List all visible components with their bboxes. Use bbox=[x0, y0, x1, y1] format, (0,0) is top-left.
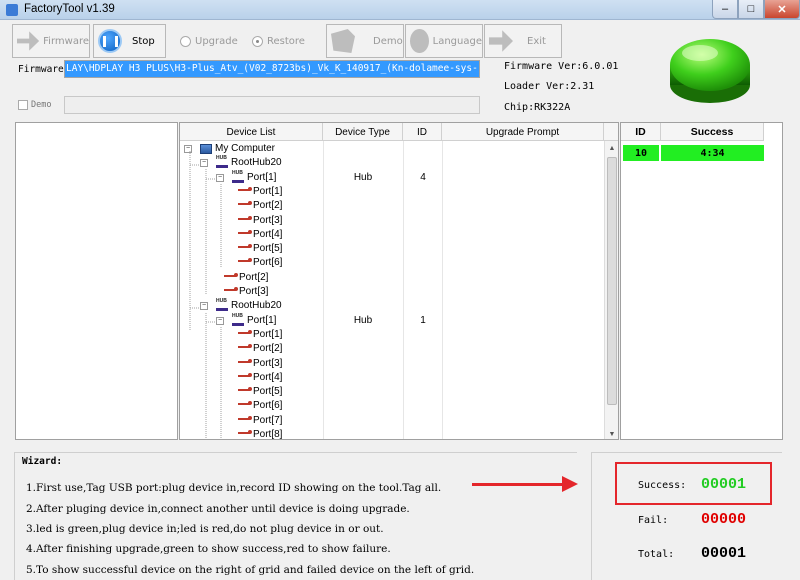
failed-device-panel bbox=[15, 122, 178, 440]
exit-button[interactable]: Exit bbox=[484, 24, 562, 58]
app-icon bbox=[6, 4, 18, 16]
device-id: 4 bbox=[420, 171, 426, 183]
scroll-thumb[interactable] bbox=[607, 157, 617, 405]
firmware-button[interactable]: Firmware bbox=[12, 24, 90, 58]
close-button[interactable]: ✕ bbox=[764, 0, 800, 19]
grid-scrollbar[interactable]: ▲ ▼ bbox=[604, 141, 618, 439]
wizard-step: 4.After finishing upgrade,green to show … bbox=[26, 543, 391, 555]
column-upgrade-prompt[interactable]: Upgrade Prompt bbox=[442, 123, 604, 141]
success-count-label: Success: bbox=[638, 480, 687, 491]
device-grid: Device List Device Type ID Upgrade Promp… bbox=[179, 122, 619, 440]
status-led-icon bbox=[670, 39, 750, 103]
wizard-step: 5.To show successful device on the right… bbox=[26, 564, 475, 576]
fail-count: 00000 bbox=[701, 511, 747, 528]
firmware-label: Firmware bbox=[18, 64, 64, 75]
annotation-arrow-head bbox=[562, 476, 578, 492]
demo-checkbox-label: Demo bbox=[31, 100, 52, 110]
column-id[interactable]: ID bbox=[403, 123, 442, 141]
loader-version: Loader Ver:2.31 bbox=[504, 81, 595, 92]
stop-button-label: Stop bbox=[132, 35, 155, 47]
column-device-type[interactable]: Device Type bbox=[323, 123, 403, 141]
restore-radio-label: Restore bbox=[267, 35, 305, 47]
fail-count-label: Fail: bbox=[638, 515, 669, 526]
demo-field bbox=[64, 96, 480, 114]
upgrade-radio-icon bbox=[180, 35, 191, 47]
scroll-down-icon[interactable]: ▼ bbox=[605, 427, 618, 439]
demo-button[interactable]: Demo bbox=[326, 24, 404, 58]
language-button[interactable]: Language bbox=[405, 24, 483, 58]
firmware-arrow-icon bbox=[17, 31, 40, 51]
success-row-time[interactable]: 4:34 bbox=[661, 145, 764, 161]
window-title: FactoryTool v1.39 bbox=[24, 3, 115, 15]
success-count: 00001 bbox=[701, 476, 747, 493]
demo-button-label: Demo bbox=[373, 35, 403, 47]
firmware-version: Firmware Ver:6.0.01 bbox=[504, 61, 619, 72]
success-row-id[interactable]: 10 bbox=[623, 145, 659, 161]
scroll-up-icon[interactable]: ▲ bbox=[605, 141, 618, 155]
wizard-step: 1.First use,Tag USB port:plug device in,… bbox=[26, 482, 442, 494]
device-id: 1 bbox=[420, 314, 426, 326]
success-device-panel: ID Success 10 4:34 bbox=[620, 122, 783, 440]
upgrade-radio[interactable]: Upgrade bbox=[176, 24, 246, 58]
pause-icon bbox=[98, 29, 122, 53]
total-count: 00001 bbox=[701, 545, 747, 562]
wizard-step: 2.After pluging device in,connect anothe… bbox=[26, 503, 410, 515]
stop-button[interactable]: Stop bbox=[93, 24, 166, 58]
language-button-label: Language bbox=[432, 35, 482, 47]
wizard-panel bbox=[14, 452, 577, 580]
firmware-path-field[interactable]: LAY\HDPLAY H3 PLUS\H3-Plus_Atv_(V02_8723… bbox=[64, 60, 480, 78]
wizard-step: 3.led is green,plug device in;led is red… bbox=[26, 523, 384, 535]
column-device-list[interactable]: Device List bbox=[180, 123, 323, 141]
firmware-button-label: Firmware bbox=[43, 35, 89, 47]
restore-radio-icon bbox=[252, 35, 263, 47]
device-type: Hub bbox=[353, 314, 373, 326]
chip-info: Chip:RK322A bbox=[504, 102, 571, 113]
demo-checkbox[interactable] bbox=[18, 100, 28, 110]
total-count-label: Total: bbox=[638, 549, 675, 560]
demo-icon bbox=[331, 29, 355, 53]
success-column-success[interactable]: Success bbox=[661, 123, 764, 141]
language-icon bbox=[410, 29, 429, 53]
wizard-title: Wizard: bbox=[22, 456, 63, 467]
minimize-button[interactable]: – bbox=[712, 0, 738, 19]
device-type: Hub bbox=[353, 171, 373, 183]
success-column-id[interactable]: ID bbox=[621, 123, 661, 141]
title-bar: FactoryTool v1.39 bbox=[0, 0, 800, 20]
exit-arrow-icon bbox=[489, 30, 513, 52]
annotation-arrow bbox=[472, 483, 568, 486]
exit-button-label: Exit bbox=[527, 35, 546, 47]
grid-header: Device List Device Type ID Upgrade Promp… bbox=[180, 123, 618, 141]
tree-lines bbox=[189, 151, 222, 439]
maximize-button[interactable]: □ bbox=[738, 0, 764, 19]
restore-radio[interactable]: Restore bbox=[248, 24, 326, 58]
firmware-path-text: LAY\HDPLAY H3 PLUS\H3-Plus_Atv_(V02_8723… bbox=[65, 61, 479, 77]
upgrade-radio-label: Upgrade bbox=[195, 35, 238, 47]
